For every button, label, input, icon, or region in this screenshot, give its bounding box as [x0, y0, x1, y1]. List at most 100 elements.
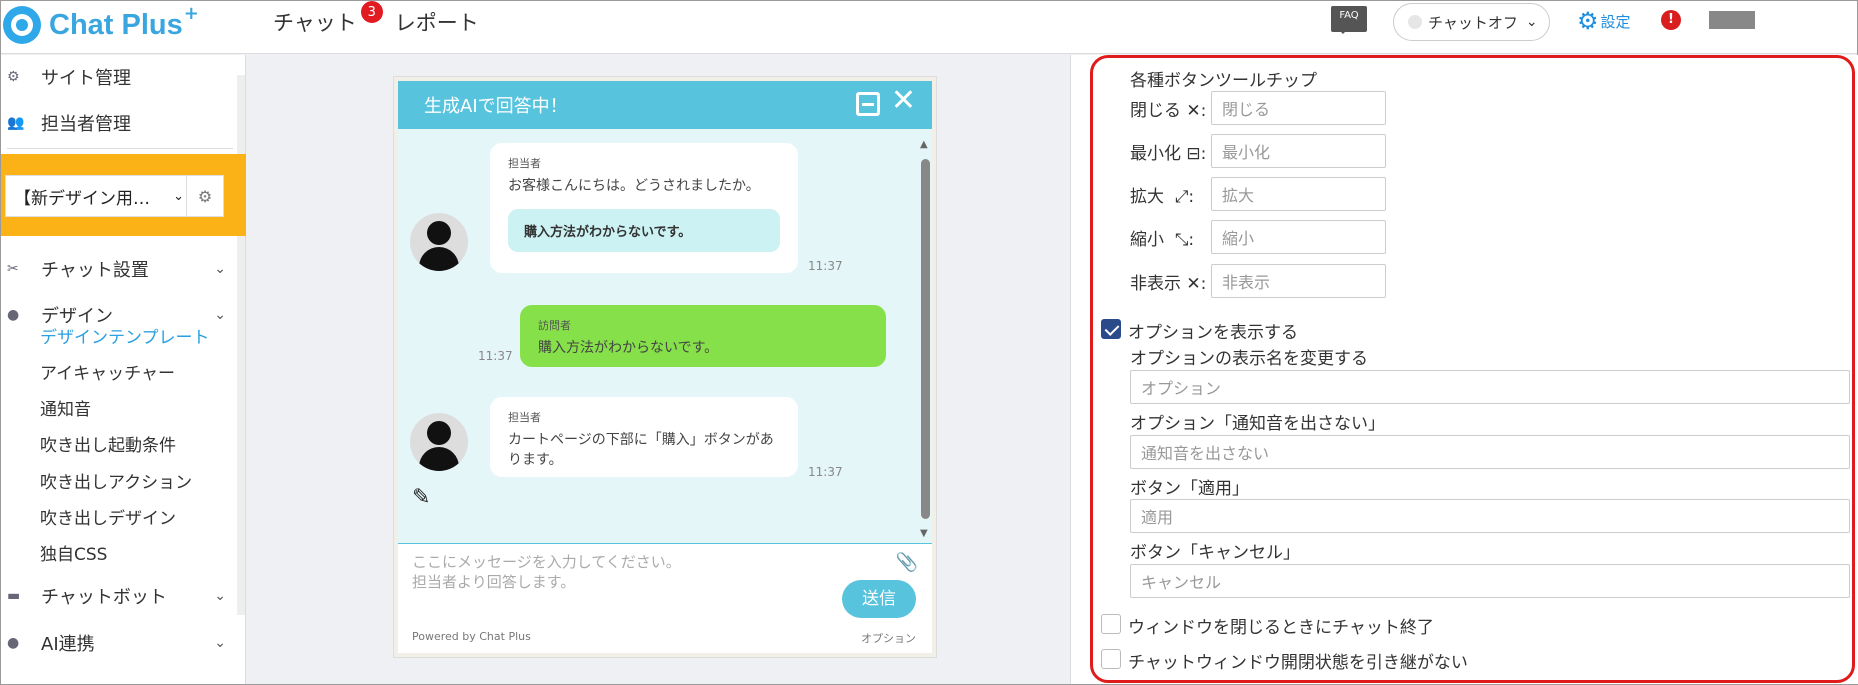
tooltip-section-title: 各種ボタンツールチップ	[1130, 71, 1317, 91]
top-nav: チャット 3 レポート	[273, 1, 479, 37]
settings-label: 設定	[1600, 12, 1631, 31]
gear-icon: ⚙	[1577, 7, 1599, 35]
chat-scrollbar[interactable]: ▲ ▼	[918, 139, 932, 539]
placeholder-line: 担当者より回答します。	[412, 573, 576, 591]
scroll-up-icon[interactable]: ▲	[920, 139, 928, 150]
sidebar-item-chatbot[interactable]: ▬ チャットボット ⌄	[1, 578, 238, 614]
show-option-checkbox[interactable]	[1101, 319, 1121, 339]
tooltip-close-input[interactable]: 閉じる	[1211, 91, 1386, 125]
show-option-label: オプションを表示する	[1128, 323, 1298, 343]
chat-icon: ▬	[7, 588, 21, 604]
sidebar-item-label: チャット設置	[41, 260, 149, 281]
nav-chat[interactable]: チャット 3	[273, 1, 383, 37]
apply-button-input[interactable]: 適用	[1130, 499, 1850, 533]
tooltip-expand-label: 拡大 ⤢:	[1130, 187, 1195, 207]
cancel-button-label: ボタン「キャンセル」	[1130, 543, 1300, 563]
option-link[interactable]: オプション	[861, 630, 916, 646]
message-text: カートページの下部に「購入」ボタンがあります。	[508, 432, 774, 468]
close-icon[interactable]: ✕	[891, 86, 916, 116]
chat-input-area[interactable]: ここにメッセージを入力してください。 担当者より回答します。 📎 送信 Powe…	[398, 543, 932, 653]
agent-message: 担当者 お客様こんにちは。どうされましたか。 購入方法がわからないです。	[490, 143, 798, 273]
expand-icon: ⤢	[1174, 187, 1189, 207]
sidebar-item-staff-admin[interactable]: 👥 担当者管理	[1, 105, 238, 141]
site-settings-button[interactable]: ⚙	[186, 175, 224, 217]
tooltip-shrink-label: 縮小 ⤡:	[1130, 230, 1195, 250]
option-mute-label: オプション「通知音を出さない」	[1130, 414, 1385, 434]
site-select-value: 【新デザイン用…	[14, 188, 150, 209]
sidebar-sub-bubble-design[interactable]: 吹き出しデザイン	[40, 504, 176, 529]
site-select[interactable]: 【新デザイン用… ⌄	[5, 175, 193, 217]
message-time: 11:37	[478, 349, 513, 363]
apply-button-label: ボタン「適用」	[1130, 479, 1249, 499]
sidebar-sub-eyecatcher[interactable]: アイキャッチャー	[40, 359, 175, 384]
sidebar-item-site-admin[interactable]: ⚙ サイト管理	[1, 59, 238, 95]
tooltip-label: 拡大	[1130, 187, 1164, 207]
end-on-close-checkbox[interactable]	[1101, 614, 1121, 634]
brand-plus: +	[183, 2, 199, 24]
nav-chat-label: チャット	[273, 11, 357, 35]
minimize-icon[interactable]	[856, 92, 880, 116]
sidebar-divider	[7, 148, 233, 149]
close-icon: ✕	[1186, 274, 1201, 294]
tooltip-hide-input[interactable]: 非表示	[1211, 264, 1386, 298]
sidebar-sub-custom-css[interactable]: 独自CSS	[40, 540, 107, 565]
option-mute-input[interactable]: 通知音を出さない	[1130, 435, 1850, 469]
option-name-input[interactable]: オプション	[1130, 370, 1850, 404]
no-inherit-checkbox[interactable]	[1101, 649, 1121, 669]
typing-pen-icon: ✎	[412, 485, 431, 510]
sidebar-sub-notification-sound[interactable]: 通知音	[40, 395, 91, 420]
chevron-down-icon: ⌄	[173, 188, 184, 204]
message-sender: 担当者	[508, 411, 541, 424]
nav-report-label: レポート	[394, 11, 479, 35]
brand-name: Chat Plus	[49, 8, 183, 41]
close-icon: ✕	[1186, 101, 1201, 121]
chat-status-dropdown[interactable]: チャットオフ ⌄	[1393, 3, 1550, 41]
ai-icon: ●	[7, 635, 20, 651]
send-button[interactable]: 送信	[842, 580, 916, 618]
message-sender: 訪問者	[538, 319, 571, 332]
tooltip-label: 閉じる	[1130, 101, 1181, 121]
cancel-button-input[interactable]: キャンセル	[1130, 564, 1850, 598]
chat-input-placeholder[interactable]: ここにメッセージを入力してください。 担当者より回答します。	[412, 552, 681, 592]
paperclip-icon[interactable]: 📎	[896, 552, 918, 573]
sidebar-sub-design-template[interactable]: デザインテンプレート	[40, 323, 210, 348]
settings-link[interactable]: ⚙ 設定	[1577, 9, 1631, 33]
tooltip-hide-label: 非表示 ✕:	[1130, 274, 1207, 294]
no-inherit-label: チャットウィンドウ開閉状態を引き継がない	[1128, 653, 1468, 673]
chevron-down-icon: ⌄	[1525, 14, 1538, 30]
agent-avatar	[410, 213, 468, 271]
chat-plus-logo-icon	[3, 6, 41, 44]
message-time: 11:37	[808, 259, 843, 273]
alert-icon[interactable]: !	[1661, 10, 1681, 30]
sidebar-item-label: 担当者管理	[41, 114, 131, 135]
nav-report[interactable]: レポート	[395, 5, 479, 37]
faq-button[interactable]: FAQ	[1331, 6, 1367, 34]
tooltip-minimize-input[interactable]: 最小化	[1211, 134, 1386, 168]
tools-icon: ✂	[7, 261, 19, 277]
scroll-thumb[interactable]	[921, 159, 930, 519]
tooltip-label: 最小化	[1130, 144, 1181, 164]
brand-logo[interactable]: Chat Plus +	[3, 2, 199, 45]
sidebar-sub-bubble-trigger[interactable]: 吹き出し起動条件	[40, 431, 176, 456]
user-name-redacted[interactable]	[1709, 11, 1755, 29]
tooltip-label: 非表示	[1130, 274, 1181, 294]
chevron-down-icon: ⌄	[214, 635, 226, 651]
message-text: 購入方法がわからないです。	[538, 340, 719, 356]
status-dot-icon	[1408, 15, 1422, 29]
scroll-down-icon[interactable]: ▼	[920, 528, 928, 539]
option-name-label: オプションの表示名を変更する	[1130, 349, 1368, 369]
quoted-message: 購入方法がわからないです。	[508, 209, 780, 252]
chat-window-preview: 生成AIで回答中！ ✕ ▲ ▼ 担当者 お客様こんにちは。どうされましたか。 購…	[394, 77, 936, 657]
tooltip-shrink-input[interactable]: 縮小	[1211, 220, 1386, 254]
visitor-message: 訪問者 購入方法がわからないです。	[520, 305, 886, 367]
sidebar-item-chat-setup[interactable]: ✂ チャット設置 ⌄	[1, 251, 238, 287]
sidebar-sub-bubble-action[interactable]: 吹き出しアクション	[40, 468, 192, 493]
gear-group-icon: ⚙	[7, 69, 20, 85]
chat-messages: ▲ ▼ 担当者 お客様こんにちは。どうされましたか。 購入方法がわからないです。…	[398, 129, 932, 543]
sidebar-item-ai[interactable]: ● AI連携 ⌄	[1, 625, 238, 661]
powered-by: Powered by Chat Plus	[412, 630, 531, 643]
sidebar-item-label: チャットボット	[41, 587, 167, 608]
chevron-down-icon: ⌄	[214, 261, 226, 277]
message-time: 11:37	[808, 465, 843, 479]
tooltip-expand-input[interactable]: 拡大	[1211, 177, 1386, 211]
